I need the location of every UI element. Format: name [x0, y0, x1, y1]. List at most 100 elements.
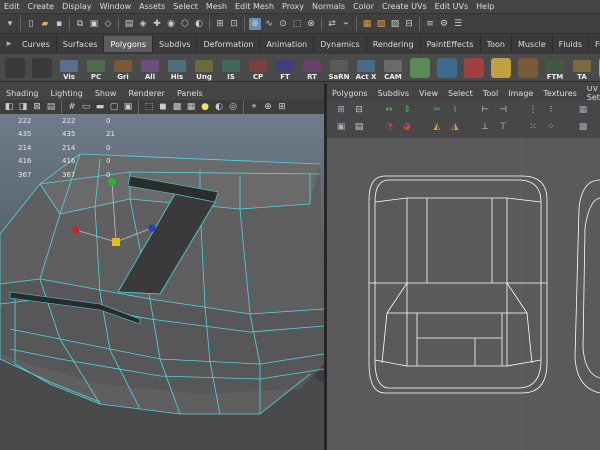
camera-icon[interactable]: ◧ [3, 101, 15, 113]
shelf-button-ftm[interactable]: FTM [542, 55, 568, 81]
uv-align-min-v-icon[interactable]: ⊥ [479, 121, 491, 133]
mask-icon-2[interactable]: ◈ [137, 18, 149, 30]
shelf-tool-icon-0[interactable] [407, 55, 433, 81]
shelf-tool-icon-1[interactable] [434, 55, 460, 81]
shelf-tab-dynamics[interactable]: Dynamics [314, 36, 367, 52]
persp-menu-renderer[interactable]: Renderer [122, 89, 171, 98]
uv-flip-v-icon[interactable]: ⇕ [401, 104, 413, 116]
shelf-tool-icon-3[interactable] [488, 55, 514, 81]
menu-mesh[interactable]: Mesh [202, 2, 231, 11]
smooth-shade-icon[interactable]: ◼ [157, 101, 169, 113]
uv-grid-snap-icon[interactable]: ⋮ [527, 104, 539, 116]
menu-assets[interactable]: Assets [135, 2, 169, 11]
menu-select[interactable]: Select [169, 2, 202, 11]
uv-frame-icon[interactable]: ▣ [335, 121, 347, 133]
shelf-button-pc[interactable]: PC [83, 55, 109, 81]
uv-menu-polygons[interactable]: Polygons [327, 89, 373, 98]
shelf-button-ta[interactable]: TA [569, 55, 595, 81]
construction-history-icon[interactable]: ⌁ [340, 18, 352, 30]
uv-image-icon[interactable]: ▦ [577, 104, 589, 116]
shelf-tab-toon[interactable]: Toon [481, 36, 512, 52]
uv-menu-textures[interactable]: Textures [538, 89, 581, 98]
menu-edit-mesh[interactable]: Edit Mesh [231, 2, 278, 11]
shelf-button-ung[interactable]: Ung [191, 55, 217, 81]
shelf-tab-curves[interactable]: Curves [16, 36, 57, 52]
shadows-icon[interactable]: ◐ [213, 101, 225, 113]
select-component-icon[interactable]: ◇ [102, 18, 114, 30]
save-scene-icon[interactable]: ▪ [53, 18, 65, 30]
shelf-tab-animation[interactable]: Animation [260, 36, 315, 52]
shelf-extra-icon-0[interactable] [596, 55, 600, 81]
render-settings-icon[interactable]: ▨ [389, 18, 401, 30]
shelf-button-ft[interactable]: FT [272, 55, 298, 81]
shelf-tab-polygons[interactable]: Polygons [104, 36, 154, 52]
menu-display[interactable]: Display [58, 2, 96, 11]
shelf-tool-icon-4[interactable] [515, 55, 541, 81]
shelf-tool-icon-2[interactable] [461, 55, 487, 81]
xray-icon[interactable]: ◎ [227, 101, 239, 113]
uv-menu-tool[interactable]: Tool [478, 89, 504, 98]
shelf-button-gri[interactable]: Gri [110, 55, 136, 81]
shelf-button-vis[interactable]: Vis [56, 55, 82, 81]
persp-menu-show[interactable]: Show [89, 89, 123, 98]
shelf-button-act-x[interactable]: Act X [353, 55, 379, 81]
resolution-gate-icon[interactable]: ▬ [94, 101, 106, 113]
snap-grid-icon[interactable]: ⊕ [249, 17, 261, 30]
uv-texture-editor-viewport[interactable] [327, 138, 600, 450]
uv-rotate-cw-icon[interactable]: ◕ [401, 121, 413, 133]
uv-shell-icon[interactable]: ⁝ [545, 104, 557, 116]
default-light-icon[interactable]: ● [199, 101, 211, 113]
uv-grid-icon[interactable]: ⊟ [353, 104, 365, 116]
uv-menu-subdivs[interactable]: Subdivs [373, 89, 414, 98]
menu-create-uvs[interactable]: Create UVs [378, 2, 431, 11]
menu-window[interactable]: Window [96, 2, 136, 11]
uv-align-min-u-icon[interactable]: ⊢ [479, 104, 491, 116]
menu-normals[interactable]: Normals [308, 2, 349, 11]
perspective-viewport[interactable]: 222 222 0 435 435 21 214 214 0 416 416 0 367 367 0 [0, 114, 324, 450]
tool-settings-icon[interactable]: ⚙ [438, 18, 450, 30]
open-scene-icon[interactable]: ▰ [39, 18, 51, 30]
make-live-icon[interactable]: ⊗ [305, 18, 317, 30]
textured-icon[interactable]: ▦ [185, 101, 197, 113]
grid-icon[interactable]: # [66, 101, 78, 113]
mask-icon-6[interactable]: ◐ [193, 18, 205, 30]
shelf-button-is[interactable]: IS [218, 55, 244, 81]
persp-menu-lighting[interactable]: Lighting [45, 89, 89, 98]
hud-icon[interactable]: ⊞ [276, 101, 288, 113]
wireframe-icon[interactable]: ⬚ [143, 101, 155, 113]
uv-sew-icon[interactable]: ⌇ [449, 104, 461, 116]
shelf-button-his[interactable]: His [164, 55, 190, 81]
shelf-tab-surfaces[interactable]: Surfaces [57, 36, 105, 52]
uv-smudge-icon[interactable]: ⁙ [527, 121, 539, 133]
ipr-render-icon[interactable]: ▧ [375, 18, 387, 30]
uv-checker-icon[interactable]: ▩ [577, 121, 589, 133]
render-view-icon[interactable]: ⊟ [403, 18, 415, 30]
uv-align-max-v-icon[interactable]: ⊤ [497, 121, 509, 133]
uv-menu-image[interactable]: Image [503, 89, 538, 98]
shelf-tab-painteffects[interactable]: PaintEffects [421, 36, 481, 52]
manipulator-x-handle[interactable] [72, 226, 80, 234]
menu-set-dropdown-icon[interactable]: ▾ [4, 18, 16, 30]
shelf-button-rt[interactable]: RT [299, 55, 325, 81]
safe-action-icon[interactable]: ▢ [108, 101, 120, 113]
mask-icon[interactable]: ▤ [123, 18, 135, 30]
film-gate-icon[interactable]: ▭ [80, 101, 92, 113]
menu-create[interactable]: Create [24, 2, 59, 11]
safe-title-icon[interactable]: ▣ [122, 101, 134, 113]
shelf-tab-rendering[interactable]: Rendering [367, 36, 421, 52]
shelf-options-icon[interactable] [29, 55, 55, 81]
shelf-tab-deformation[interactable]: Deformation [197, 36, 261, 52]
new-scene-icon[interactable]: ▯ [25, 18, 37, 30]
bookmark-icon[interactable]: ⊠ [31, 101, 43, 113]
uv-menu-view[interactable]: View [414, 89, 443, 98]
highlight-selection-icon[interactable]: ⊡ [228, 18, 240, 30]
uv-menu-uv-sets[interactable]: UV Sets [582, 86, 600, 100]
uv-select-icon[interactable]: ⊞ [335, 104, 347, 116]
shelf-button-sarn[interactable]: SaRN [326, 55, 352, 81]
input-output-icon[interactable]: ⇄ [326, 18, 338, 30]
uv-align-max-u-icon[interactable]: ⊣ [497, 104, 509, 116]
manipulator-center-handle[interactable] [112, 238, 120, 246]
mask-icon-4[interactable]: ◉ [165, 18, 177, 30]
uv-rotate-ccw-icon[interactable]: ◔ [383, 121, 395, 133]
wireframe-on-shaded-icon[interactable]: ▩ [171, 101, 183, 113]
